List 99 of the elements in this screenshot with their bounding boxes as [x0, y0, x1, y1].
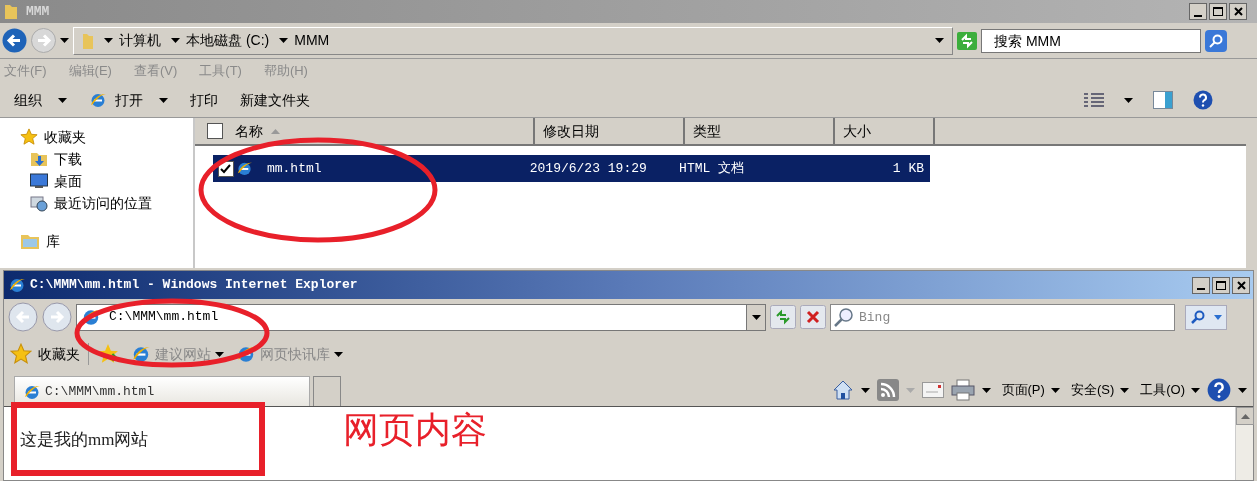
breadcrumb-caret-icon: [279, 38, 289, 43]
search-button[interactable]: [1185, 304, 1227, 330]
caret-icon: [159, 97, 168, 103]
column-header[interactable]: 修改日期: [535, 118, 685, 144]
column-header[interactable]: 名称: [195, 118, 535, 144]
file-type: HTML 文档: [679, 159, 746, 178]
caret-icon: [860, 387, 870, 393]
file-row[interactable]: mm.html 2019/6/23 19:29 HTML 文档 1 KB: [213, 155, 930, 182]
folder-icon: [4, 3, 18, 20]
sort-arrow-icon: [271, 128, 280, 134]
printer-icon[interactable]: [950, 379, 975, 401]
breadcrumb-item[interactable]: MMM: [294, 30, 330, 51]
address-dropdown-button[interactable]: [746, 304, 765, 330]
maximize-button[interactable]: [1209, 3, 1227, 20]
feed-icon[interactable]: [876, 379, 899, 401]
close-icon: [1236, 280, 1246, 290]
column-header[interactable]: 大小: [835, 118, 935, 144]
caret-icon: [334, 351, 343, 357]
ie-icon: [8, 276, 26, 294]
home-icon[interactable]: [831, 379, 854, 401]
minimize-button[interactable]: [1192, 276, 1210, 294]
stop-button[interactable]: [800, 305, 826, 329]
file-size: 1 KB: [891, 159, 925, 178]
preview-pane-icon[interactable]: [1153, 91, 1173, 109]
breadcrumb-item[interactable]: 本地磁盘 (C:): [186, 30, 270, 51]
window-title: MMM: [26, 2, 50, 21]
breadcrumb-caret-icon: [171, 38, 180, 43]
caret-icon: [1213, 314, 1222, 320]
ie-icon: [89, 91, 107, 109]
caret-icon: [1191, 387, 1200, 393]
address-field[interactable]: C:\MMM\mm.html: [76, 303, 766, 331]
scrollbar[interactable]: [1235, 407, 1253, 480]
modified-date: 2019/6/23 19:29: [529, 159, 648, 178]
library-icon: [20, 232, 40, 250]
command-menu[interactable]: 安全(S): [1070, 380, 1130, 400]
command-menu[interactable]: 页面(P): [1001, 380, 1060, 400]
back-button[interactable]: [8, 302, 38, 332]
toolbar-button[interactable]: 组织: [14, 89, 67, 111]
up-arrow-icon: [1240, 413, 1250, 419]
caret-icon: [1050, 387, 1060, 393]
scroll-up-button[interactable]: [1236, 407, 1254, 425]
column-header[interactable]: 类型: [685, 118, 835, 144]
toolbar-button[interactable]: 新建文件夹: [240, 89, 310, 111]
history-caret-icon: [60, 38, 69, 43]
view-caret-icon: [1124, 97, 1133, 103]
back-button[interactable]: [2, 28, 27, 53]
folder-icon: [82, 31, 94, 50]
forward-button[interactable]: [42, 302, 72, 332]
refresh-button[interactable]: [770, 305, 796, 329]
view-list-icon[interactable]: [1084, 92, 1104, 108]
refresh-button[interactable]: [957, 31, 977, 50]
ie-icon: [236, 344, 256, 364]
minimize-button[interactable]: [1189, 3, 1207, 20]
search-icon: [1209, 33, 1223, 48]
page-text: 这是我的mm网站: [20, 430, 149, 449]
caret-icon: [1238, 387, 1247, 393]
breadcrumb-caret-icon: [104, 38, 113, 43]
sidebar-item[interactable]: 收藏夹: [44, 126, 86, 148]
breadcrumb-item[interactable]: 计算机: [119, 30, 161, 51]
search-field[interactable]: 搜索 MMM: [981, 28, 1201, 53]
command-menu[interactable]: 工具(O): [1140, 380, 1200, 400]
sidebar-item[interactable]: 桌面: [54, 170, 82, 192]
favorites-button[interactable]: 收藏夹: [10, 343, 89, 365]
help-icon[interactable]: [1207, 378, 1231, 402]
address-bar[interactable]: 计算机 本地磁盘 (C:) MMM: [73, 26, 953, 55]
close-icon: [1233, 7, 1243, 16]
file-name: mm.html: [266, 159, 323, 178]
sidebar-item[interactable]: 库: [46, 230, 60, 252]
ie-icon: [131, 344, 151, 364]
caret-icon: [981, 387, 991, 393]
search-button[interactable]: [1205, 29, 1227, 52]
annotation-label: 网页内容: [343, 412, 487, 448]
ie-icon: [235, 160, 253, 177]
ie-icon: [81, 307, 101, 327]
desktop-icon: [30, 173, 48, 189]
caret-icon: [215, 351, 224, 357]
address-dropdown-icon: [935, 38, 944, 43]
toolbar-button[interactable]: 打印: [190, 89, 218, 111]
sidebar-item[interactable]: 下载: [54, 148, 82, 170]
select-all-checkbox[interactable]: [207, 123, 223, 139]
search-icon: [834, 306, 854, 327]
star-icon: [10, 343, 32, 365]
caret-icon: [751, 314, 761, 320]
mail-icon[interactable]: [921, 382, 944, 398]
caret-icon: [58, 97, 67, 103]
close-button[interactable]: [1229, 3, 1247, 20]
toolbar-button[interactable]: 打开: [89, 89, 168, 111]
star-icon: [20, 128, 38, 146]
search-field[interactable]: Bing: [830, 303, 1175, 331]
folder-download-icon: [30, 150, 48, 168]
caret-icon: [905, 387, 915, 393]
help-icon[interactable]: [1193, 90, 1213, 110]
sidebar-item[interactable]: 最近访问的位置: [54, 192, 152, 214]
maximize-button[interactable]: [1212, 276, 1230, 294]
caret-icon: [1120, 387, 1130, 393]
window-title: C:\MMM\mm.html - Windows Internet Explorer: [30, 276, 358, 295]
close-button[interactable]: [1232, 276, 1250, 294]
search-icon: [1190, 310, 1205, 324]
recent-places-icon: [30, 194, 48, 212]
